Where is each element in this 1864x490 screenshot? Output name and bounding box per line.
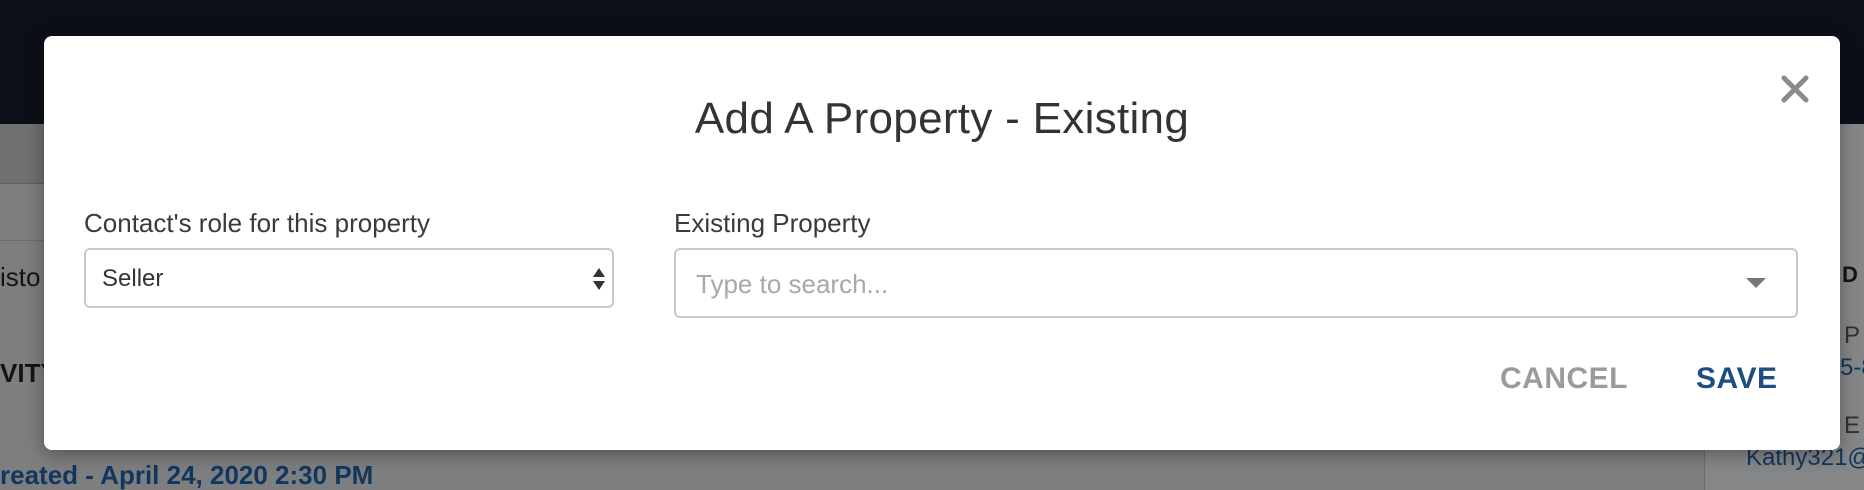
existing-property-label: Existing Property [674,208,871,238]
background-created-text: reated - April 24, 2020 2:30 PM [0,460,374,490]
chevron-down-icon[interactable] [1744,276,1768,290]
select-stepper-icon [593,268,605,290]
modal-title: Add A Property - Existing [694,94,1190,143]
background-email-label: E [1844,412,1861,439]
close-button[interactable] [1772,66,1818,112]
role-field-label: Contact's role for this property [84,208,430,238]
existing-property-input[interactable] [696,264,1696,304]
role-select-value: Seller [102,265,164,292]
background-phone-value: 5-8 [1840,354,1864,381]
close-icon [1781,75,1809,103]
save-button[interactable]: SAVE [1696,362,1777,396]
background-panel-heading: D [1842,262,1858,287]
background-history-text: isto [0,262,41,292]
existing-property-search[interactable] [674,248,1798,318]
role-select[interactable]: Seller [84,248,614,308]
add-property-modal: Add A Property - Existing Contact's role… [44,36,1840,450]
background-phone-label: P [1844,322,1861,349]
cancel-button[interactable]: CANCEL [1500,362,1628,396]
